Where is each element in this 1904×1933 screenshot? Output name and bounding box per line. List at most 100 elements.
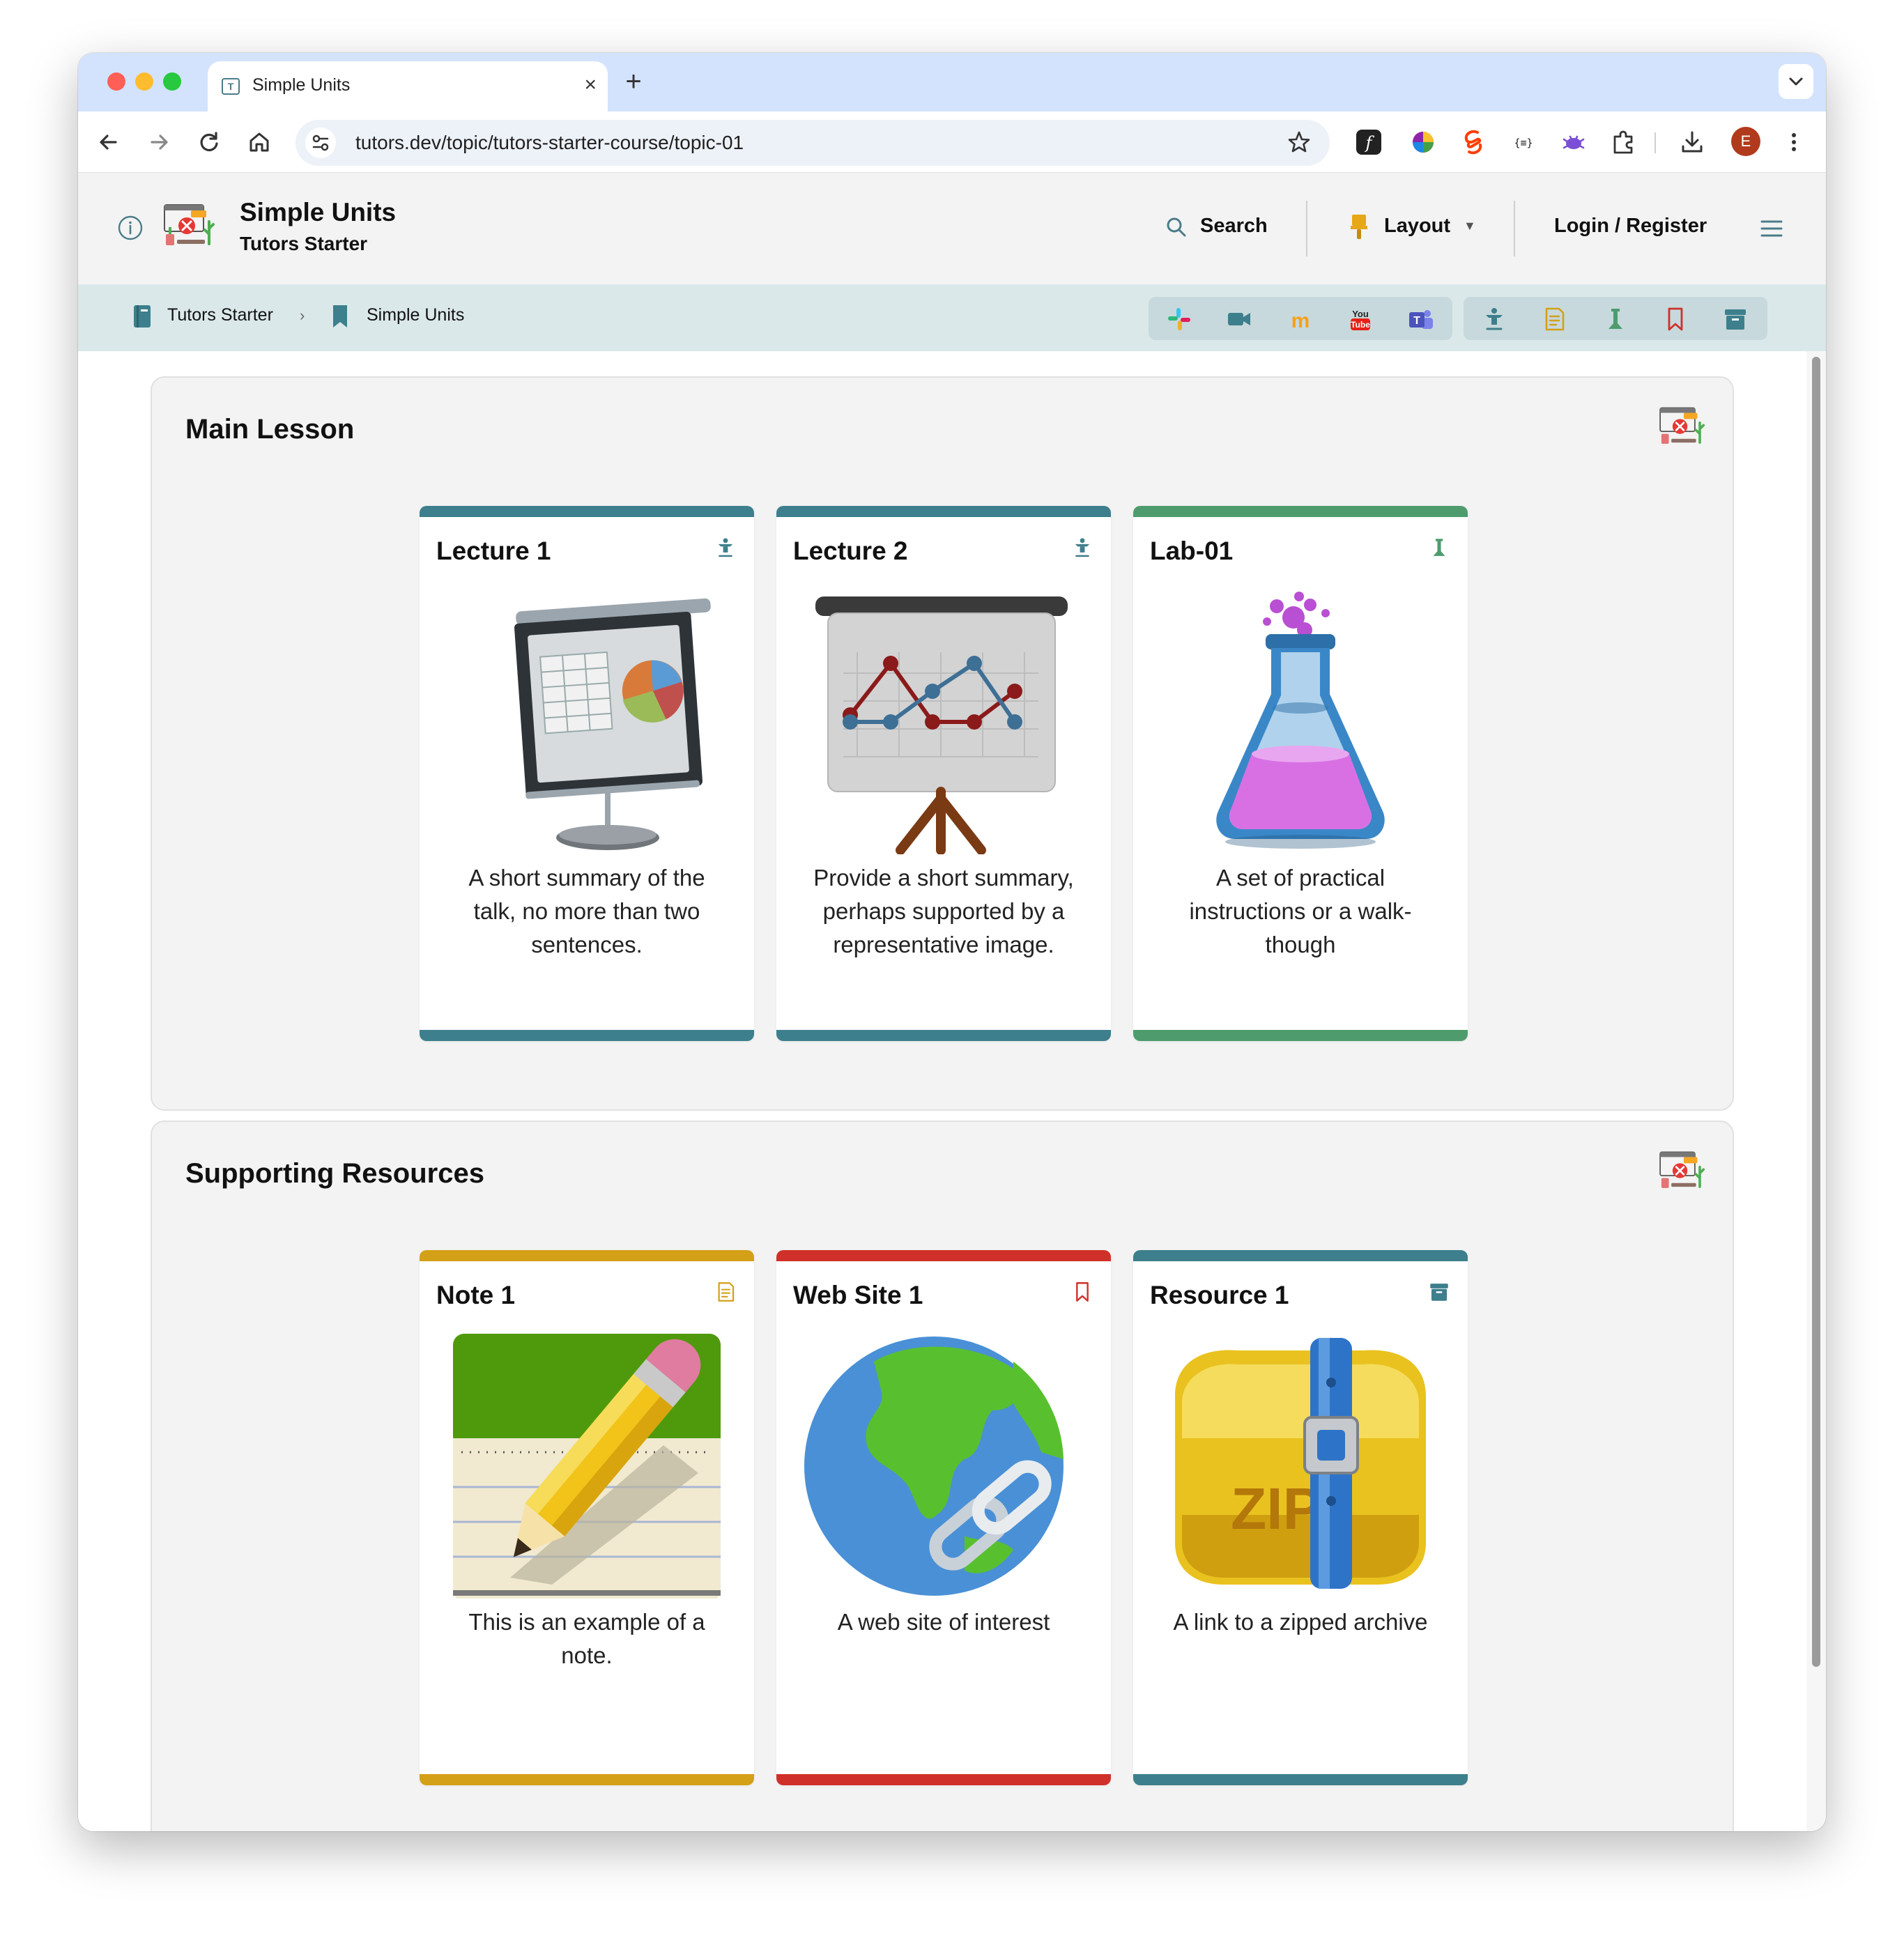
bookmark-star-icon[interactable] [1287, 130, 1312, 155]
header-divider [1514, 201, 1515, 256]
card-lab-01[interactable]: Lab-01 A set of practical instructions o… [1133, 506, 1468, 1041]
extension-json-icon[interactable]: {≡} [1508, 127, 1539, 157]
archive-icon[interactable] [1721, 307, 1749, 332]
card-note-1[interactable]: Note 1 This is an example of a note. [420, 1250, 754, 1785]
svg-text:m: m [1291, 309, 1310, 332]
section-main-lesson: Main Lesson Lecture 1 A short summary of… [151, 376, 1734, 1111]
page-title: Simple Units [240, 198, 397, 226]
page-scrollbar[interactable] [1806, 351, 1826, 1831]
new-tab-button[interactable]: + [616, 64, 651, 99]
card-title[interactable]: Resource 1 [1150, 1281, 1289, 1310]
search-label: Search [1200, 215, 1268, 237]
slack-icon[interactable] [1165, 307, 1193, 332]
tab-search-button[interactable] [1779, 64, 1813, 99]
archive-icon [1427, 1278, 1451, 1306]
url-text[interactable]: tutors.dev/topic/tutors-starter-course/t… [355, 132, 744, 154]
video-icon[interactable] [1225, 307, 1253, 332]
extension-svelte-icon[interactable] [1458, 127, 1489, 157]
browser-menu-icon[interactable] [1779, 127, 1809, 157]
site-info-button[interactable] [305, 128, 336, 158]
line-chart-board-image [804, 590, 1083, 855]
card-bottom-accent [420, 1774, 754, 1785]
tab-title: Simple Units [252, 75, 351, 95]
tab-close-icon[interactable]: × [584, 72, 597, 98]
toolbar-divider [1655, 132, 1656, 153]
hamburger-menu-icon[interactable] [1759, 216, 1784, 241]
close-window-button[interactable] [107, 72, 125, 91]
course-book-icon [132, 304, 152, 329]
teams-icon[interactable]: T [1406, 307, 1434, 332]
layout-menu-button[interactable]: Layout ▼ [1348, 212, 1480, 244]
breadcrumb-course-link[interactable]: Tutors Starter [167, 305, 273, 325]
topic-bookmark-icon [330, 304, 350, 329]
card-lecture-2[interactable]: Lecture 2 Provide a short summary, perha… [776, 506, 1111, 1041]
back-button[interactable] [92, 125, 125, 159]
companions-group: m You Tube T [1149, 297, 1452, 340]
search-icon [1167, 217, 1186, 237]
caret-down-icon: ▼ [1464, 219, 1476, 233]
maximize-window-button[interactable] [163, 72, 181, 91]
course-logo-icon[interactable] [160, 201, 220, 251]
pencil-notepad-image [447, 1334, 726, 1601]
zip-archive-image: ZIP [1161, 1334, 1440, 1599]
website-icon [1070, 1278, 1094, 1306]
profile-avatar[interactable]: E [1731, 127, 1760, 156]
card-title[interactable]: Note 1 [436, 1281, 515, 1310]
card-title[interactable]: Lecture 2 [793, 537, 908, 566]
moodle-icon[interactable]: m [1287, 307, 1314, 332]
section-logo-icon [1655, 1148, 1712, 1193]
chevron-down-icon [1789, 77, 1803, 86]
svg-text:{≡}: {≡} [1514, 137, 1533, 149]
card-description: This is an example of a note. [468, 1609, 705, 1668]
home-button[interactable] [243, 125, 276, 159]
breadcrumb-topic-link[interactable]: Simple Units [367, 305, 464, 325]
note-icon [714, 1278, 737, 1306]
forward-button[interactable] [142, 125, 176, 159]
info-icon[interactable] [117, 215, 144, 241]
note-icon[interactable] [1540, 307, 1568, 332]
youtube-icon[interactable]: You Tube [1346, 307, 1374, 332]
card-bottom-accent [1133, 1030, 1468, 1041]
card-resource-1[interactable]: Resource 1 ZIP A link to a zipped archiv… [1133, 1250, 1468, 1785]
card-top-accent [1133, 1250, 1468, 1261]
minimize-window-button[interactable] [135, 72, 153, 91]
active-tab[interactable]: T Simple Units × [208, 61, 608, 111]
card-description: Provide a short summary, perhaps support… [813, 865, 1074, 957]
extension-bug-icon[interactable] [1558, 127, 1589, 157]
section-title: Main Lesson [185, 414, 355, 445]
reload-icon [200, 132, 218, 152]
card-title[interactable]: Web Site 1 [793, 1281, 923, 1310]
card-top-accent [776, 506, 1111, 517]
card-top-accent [1133, 506, 1468, 517]
reload-button[interactable] [192, 125, 226, 159]
card-title[interactable]: Lab-01 [1150, 537, 1233, 566]
paint-brush-icon [1351, 215, 1367, 239]
section-logo-icon [1655, 404, 1712, 449]
extension-color-wheel-icon[interactable] [1408, 127, 1438, 157]
browser-window: T Simple Units × + tutors.dev/topic/tuto… [78, 53, 1826, 1831]
card-bottom-accent [776, 1030, 1111, 1041]
website-icon[interactable] [1661, 307, 1689, 332]
scrollbar-thumb[interactable] [1812, 357, 1820, 1667]
card-bottom-accent [776, 1774, 1111, 1785]
card-bottom-accent [1133, 1774, 1468, 1785]
tune-icon [312, 134, 329, 151]
card-top-accent [420, 506, 754, 517]
card-lecture-1[interactable]: Lecture 1 A short summary of the talk, n… [420, 506, 754, 1041]
tab-favicon-icon: T [222, 78, 240, 95]
home-icon [249, 132, 269, 152]
section-title: Supporting Resources [185, 1158, 484, 1189]
downloads-icon[interactable] [1677, 127, 1707, 157]
star-icon [1288, 131, 1310, 153]
card-title[interactable]: Lecture 1 [436, 537, 551, 566]
extensions-puzzle-icon[interactable] [1609, 127, 1639, 157]
header-divider [1306, 201, 1307, 256]
tab-strip: T Simple Units × + [78, 53, 1826, 111]
card-web-site-1[interactable]: Web Site 1 A web site of interest [776, 1250, 1111, 1785]
extension-function-icon[interactable]: f [1353, 127, 1384, 157]
lecture-icon[interactable] [1480, 307, 1508, 332]
chemistry-flask-image [1161, 590, 1440, 854]
lab-icon[interactable] [1602, 307, 1629, 332]
browser-toolbar: tutors.dev/topic/tutors-starter-course/t… [78, 111, 1826, 173]
address-bar[interactable]: tutors.dev/topic/tutors-starter-course/t… [295, 120, 1330, 166]
